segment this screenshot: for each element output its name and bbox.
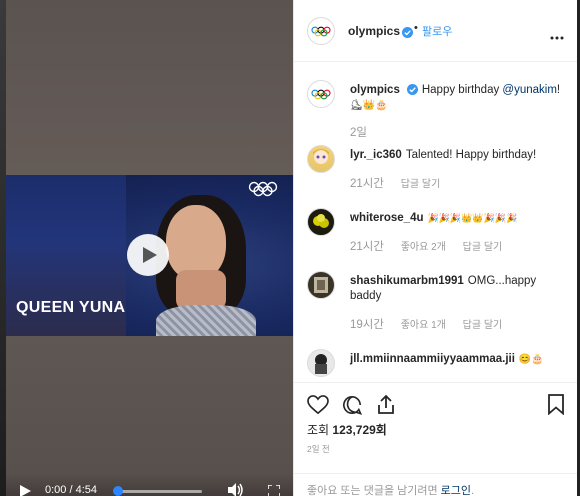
comment-prompt-end: . (471, 485, 475, 496)
play-icon[interactable] (20, 484, 31, 496)
avatar[interactable] (307, 80, 335, 108)
comment-username[interactable]: lyr._ic360 (350, 149, 402, 161)
caption-username[interactable]: olympics (350, 84, 400, 96)
video-letterbox-top (6, 0, 293, 175)
comment-text: whiterose_4u 🎉🎉🎉👑👑🎉🎉🎉 (350, 211, 565, 226)
comment-text: shashikumarbm1991 OMG...happy baddy (350, 274, 536, 304)
volume-icon[interactable] (228, 483, 244, 496)
views-count: 조회 123,729회 (307, 421, 387, 438)
video-controls: 0:00 / 4:54 (6, 473, 293, 496)
avatar[interactable] (307, 349, 335, 377)
verified-icon (406, 84, 418, 95)
post-header: olympics • 팔로우 (294, 0, 577, 62)
play-button[interactable] (127, 234, 169, 276)
video-player[interactable]: QUEEN YUNA 0:00 / 4:54 (6, 0, 293, 496)
caption-emoji: ⛸👑🎂 (350, 100, 388, 111)
avatar[interactable] (307, 271, 335, 299)
comment-time: 21시간 (350, 241, 384, 253)
views-number[interactable]: 123,729회 (332, 423, 386, 437)
reply-button[interactable]: 답글 달기 (401, 179, 441, 190)
play-icon (143, 247, 157, 263)
comment-meta: 19시간 좋아요 1개 답글 달기 (350, 316, 516, 332)
share-icon[interactable] (376, 394, 396, 420)
video-letterbox-bottom (6, 336, 293, 496)
olympic-rings-icon (248, 181, 278, 202)
comment-body: 😊🎂 (518, 354, 544, 365)
video-frame[interactable]: QUEEN YUNA (6, 175, 293, 336)
skater-neck (176, 270, 226, 310)
screen: QUEEN YUNA 0:00 / 4:54 olympics • 팔로우 ol… (0, 0, 580, 496)
post-panel: olympics • 팔로우 olympics Happy birthday @… (293, 0, 577, 496)
likes-count[interactable]: 좋아요 1개 (401, 320, 446, 331)
fullscreen-icon[interactable] (267, 484, 281, 496)
caption-time: 2일 (350, 127, 367, 139)
verified-icon (399, 23, 413, 41)
olympic-rings-icon (311, 26, 331, 36)
caption-text: olympics Happy birthday @yunakim! ⛸👑🎂 (350, 83, 565, 113)
likes-count[interactable]: 좋아요 2개 (401, 242, 446, 253)
comment-prompt: 좋아요 또는 댓글을 남기려면 로그인. (307, 482, 474, 496)
comment-icon[interactable] (342, 395, 363, 420)
skater-face (166, 205, 226, 280)
heart-icon[interactable] (307, 395, 329, 420)
comment-username[interactable]: shashikumarbm1991 (350, 275, 464, 287)
comment-time: 21시간 (350, 178, 384, 190)
caption-body: Happy birthday (421, 84, 503, 96)
time-display: 0:00 / 4:54 (45, 484, 97, 496)
comment-body: Talented! Happy birthday! (405, 149, 537, 161)
progress-bar[interactable] (118, 490, 202, 493)
author-username[interactable]: olympics (348, 24, 400, 38)
avatar[interactable] (307, 145, 335, 173)
caption-meta: 2일 (350, 124, 381, 140)
comment-prompt-box: 좋아요 또는 댓글을 남기려면 로그인. (294, 473, 577, 496)
login-link[interactable]: 로그인 (441, 485, 471, 496)
posted-time: 2일 전 (307, 444, 330, 454)
comment-time: 19시간 (350, 319, 384, 331)
avatar[interactable] (307, 208, 335, 236)
reply-button[interactable]: 답글 달기 (463, 242, 503, 253)
comment-meta: 21시간 좋아요 2개 답글 달기 (350, 238, 516, 254)
more-icon[interactable] (550, 27, 564, 45)
comment-meta: 21시간 답글 달기 (350, 175, 454, 191)
comment-text: lyr._ic360 Talented! Happy birthday! (350, 148, 565, 163)
comments-list[interactable]: olympics Happy birthday @yunakim! ⛸👑🎂 2일 … (294, 63, 577, 381)
follow-button[interactable]: 팔로우 (422, 23, 452, 39)
actions-bar: 조회 123,729회 2일 전 좋아요 또는 댓글을 남기려면 로그인. (294, 382, 577, 496)
video-title: QUEEN YUNA (16, 299, 126, 316)
separator-dot: • (414, 22, 418, 34)
reply-button[interactable]: 답글 달기 (463, 320, 503, 331)
comment-text: jll.mmiinnaammiiyyaammaa.jii 😊🎂 (350, 352, 565, 367)
comment-username[interactable]: jll.mmiinnaammiiyyaammaa.jii (350, 353, 515, 365)
avatar[interactable] (307, 17, 335, 45)
views-label: 조회 (307, 423, 333, 437)
skater-costume (156, 305, 256, 336)
progress-knob[interactable] (113, 486, 123, 496)
comment-prompt-text: 좋아요 또는 댓글을 남기려면 (307, 485, 441, 496)
caption-end: ! (556, 84, 561, 96)
olympic-rings-icon (311, 89, 331, 99)
bookmark-icon[interactable] (548, 394, 564, 420)
comment-body: 🎉🎉🎉👑👑🎉🎉🎉 (427, 213, 518, 223)
mention-link[interactable]: @yunakim (502, 84, 557, 96)
comment-username[interactable]: whiterose_4u (350, 212, 424, 224)
